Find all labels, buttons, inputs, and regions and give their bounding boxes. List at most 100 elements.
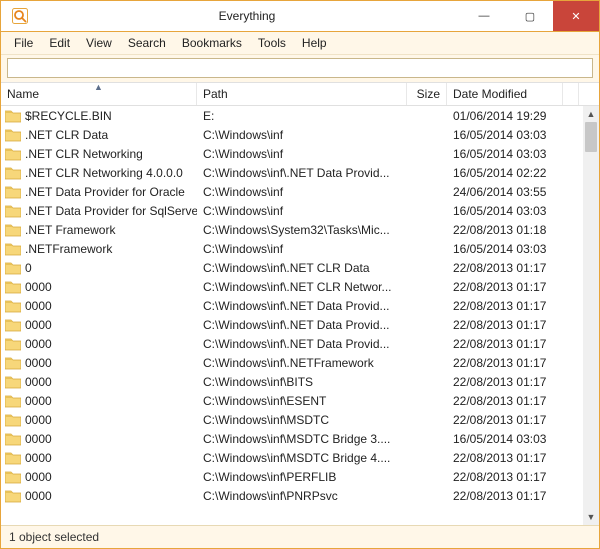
cell-date: 16/05/2014 03:03 — [447, 204, 563, 218]
vertical-scrollbar[interactable]: ▲ ▼ — [583, 106, 599, 525]
column-header-path[interactable]: Path — [197, 83, 407, 105]
folder-icon — [5, 356, 21, 370]
file-name: 0000 — [25, 318, 52, 332]
column-header-name[interactable]: Name ▲ — [1, 83, 197, 105]
result-row[interactable]: 0000C:\Windows\inf\.NETFramework22/08/20… — [1, 353, 583, 372]
menu-view[interactable]: View — [79, 34, 119, 52]
cell-date: 22/08/2013 01:17 — [447, 394, 563, 408]
folder-icon — [5, 337, 21, 351]
scroll-up-icon[interactable]: ▲ — [583, 106, 599, 122]
cell-name: 0000 — [1, 337, 197, 351]
result-row[interactable]: 0000C:\Windows\inf\MSDTC22/08/2013 01:17 — [1, 410, 583, 429]
result-row[interactable]: .NET Data Provider for SqlServerC:\Windo… — [1, 201, 583, 220]
search-input[interactable] — [7, 58, 593, 78]
cell-name: 0000 — [1, 432, 197, 446]
file-name: 0000 — [25, 299, 52, 313]
cell-date: 16/05/2014 03:03 — [447, 147, 563, 161]
result-row[interactable]: 0000C:\Windows\inf\MSDTC Bridge 4....22/… — [1, 448, 583, 467]
result-row[interactable]: 0C:\Windows\inf\.NET CLR Data22/08/2013 … — [1, 258, 583, 277]
result-row[interactable]: .NET Data Provider for OracleC:\Windows\… — [1, 182, 583, 201]
cell-name: 0000 — [1, 451, 197, 465]
folder-icon — [5, 261, 21, 275]
result-row[interactable]: 0000C:\Windows\inf\PNRPsvc22/08/2013 01:… — [1, 486, 583, 505]
result-row[interactable]: 0000C:\Windows\inf\PERFLIB22/08/2013 01:… — [1, 467, 583, 486]
file-name: .NET Data Provider for SqlServer — [25, 204, 197, 218]
cell-name: 0000 — [1, 318, 197, 332]
result-row[interactable]: .NET CLR Networking 4.0.0.0 C:\Windows\in… — [1, 163, 583, 182]
file-name: 0000 — [25, 489, 52, 503]
result-row[interactable]: $RECYCLE.BINE:01/06/2014 19:29 — [1, 106, 583, 125]
rows-area: $RECYCLE.BINE:01/06/2014 19:29.NET CLR D… — [1, 106, 599, 525]
result-row[interactable]: 0000C:\Windows\inf\ESENT22/08/2013 01:17 — [1, 391, 583, 410]
scroll-track[interactable] — [583, 122, 599, 509]
folder-icon — [5, 451, 21, 465]
cell-name: .NET CLR Networking — [1, 147, 197, 161]
cell-name: .NET CLR Networking 4.0.0.0 — [1, 166, 197, 180]
cell-date: 22/08/2013 01:17 — [447, 337, 563, 351]
folder-icon — [5, 280, 21, 294]
result-row[interactable]: .NET CLR Networking C:\Windows\inf 16/05/2… — [1, 144, 583, 163]
menu-help[interactable]: Help — [295, 34, 334, 52]
column-header-date-label: Date Modified — [453, 87, 527, 101]
cell-path: C:\Windows\inf\.NET Data Provid... — [197, 299, 407, 313]
menu-tools[interactable]: Tools — [251, 34, 293, 52]
cell-path: C:\Windows\inf\MSDTC — [197, 413, 407, 427]
result-row[interactable]: 0000C:\Windows\inf\BITS22/08/2013 01:17 — [1, 372, 583, 391]
cell-date: 22/08/2013 01:17 — [447, 299, 563, 313]
cell-path: C:\Windows\inf\BITS — [197, 375, 407, 389]
result-row[interactable]: 0000C:\Windows\inf\.NET Data Provid...22… — [1, 334, 583, 353]
result-row[interactable]: .NET CLR DataC:\Windows\inf16/05/2014 03… — [1, 125, 583, 144]
file-name: 0000 — [25, 337, 52, 351]
cell-path: C:\Windows\inf — [197, 147, 407, 161]
cell-name: 0000 — [1, 280, 197, 294]
result-row[interactable]: 0000C:\Windows\inf\.NET Data Provid...22… — [1, 315, 583, 334]
file-name: 0000 — [25, 470, 52, 484]
scroll-down-icon[interactable]: ▼ — [583, 509, 599, 525]
app-window: Everything — ▢ ✕ File Edit View Search B… — [0, 0, 600, 549]
statusbar: 1 object selected — [1, 525, 599, 548]
cell-date: 16/05/2014 03:03 — [447, 432, 563, 446]
cell-path: C:\Windows\inf\PNRPsvc — [197, 489, 407, 503]
file-name: $RECYCLE.BIN — [25, 109, 112, 123]
file-name: 0000 — [25, 432, 52, 446]
scroll-thumb[interactable] — [585, 122, 597, 152]
result-row[interactable]: 0000C:\Windows\inf\.NET CLR Networ...22/… — [1, 277, 583, 296]
column-header-date[interactable]: Date Modified — [447, 83, 563, 105]
file-name: .NET Data Provider for Oracle — [25, 185, 185, 199]
titlebar[interactable]: Everything — ▢ ✕ — [1, 1, 599, 32]
cell-name: 0000 — [1, 375, 197, 389]
cell-date: 16/05/2014 03:03 — [447, 128, 563, 142]
folder-icon — [5, 242, 21, 256]
folder-icon — [5, 185, 21, 199]
folder-icon — [5, 489, 21, 503]
file-name: .NET CLR Networking 4.0.0.0 — [25, 166, 183, 180]
cell-path: C:\Windows\inf\MSDTC Bridge 3.... — [197, 432, 407, 446]
rows-container: $RECYCLE.BINE:01/06/2014 19:29.NET CLR D… — [1, 106, 583, 525]
cell-name: 0000 — [1, 489, 197, 503]
folder-icon — [5, 109, 21, 123]
cell-date: 16/05/2014 03:03 — [447, 242, 563, 256]
result-row[interactable]: .NET FrameworkC:\Windows\System32\Tasks\… — [1, 220, 583, 239]
result-row[interactable]: 0000 C:\Windows\inf\.NET Data Provid... 22… — [1, 296, 583, 315]
column-header-size-label: Size — [417, 87, 440, 101]
menu-search[interactable]: Search — [121, 34, 173, 52]
result-row[interactable]: 0000 C:\Windows\inf\MSDTC Bridge 3.... 16/… — [1, 429, 583, 448]
result-row[interactable]: .NETFrameworkC:\Windows\inf16/05/2014 03… — [1, 239, 583, 258]
cell-path: C:\Windows\inf — [197, 242, 407, 256]
column-header-name-label: Name — [7, 87, 39, 101]
cell-path: C:\Windows\inf\.NET Data Provid... — [197, 166, 407, 180]
maximize-button[interactable]: ▢ — [507, 1, 553, 31]
window-title: Everything — [33, 1, 461, 31]
cell-date: 24/06/2014 03:55 — [447, 185, 563, 199]
file-name: .NET CLR Networking — [25, 147, 143, 161]
close-button[interactable]: ✕ — [553, 1, 599, 31]
menu-file[interactable]: File — [7, 34, 40, 52]
folder-icon — [5, 432, 21, 446]
menu-edit[interactable]: Edit — [42, 34, 77, 52]
minimize-button[interactable]: — — [461, 1, 507, 31]
menu-bookmarks[interactable]: Bookmarks — [175, 34, 249, 52]
window-controls: — ▢ ✕ — [461, 1, 599, 31]
cell-name: 0000 — [1, 413, 197, 427]
cell-path: C:\Windows\inf — [197, 204, 407, 218]
column-header-size[interactable]: Size — [407, 83, 447, 105]
